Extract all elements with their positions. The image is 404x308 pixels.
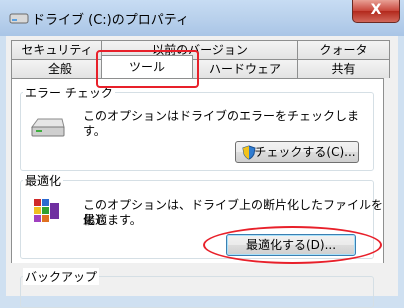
error-check-description-line1: このオプションはドライブのエラーをチェックしま	[83, 109, 360, 123]
hard-disk-icon	[31, 118, 65, 137]
window-title: ドライブ (C:)のプロパティ	[32, 13, 189, 28]
defrag-description-line2: 化します。	[83, 213, 142, 227]
tab-sharing[interactable]: 共有	[297, 59, 390, 78]
dialog-client: セキュリティ 以前のバージョン クォータ 全般 ツール ハードウェア 共有 エラ…	[6, 36, 398, 308]
check-now-label: チェックする(C)...	[254, 145, 356, 159]
backup-title: バックアップ	[23, 268, 100, 285]
error-check-title: エラー チェック	[23, 84, 115, 101]
defragment-now-button[interactable]: 最適化する(D)...	[226, 234, 356, 256]
defrag-title: 最適化	[23, 172, 64, 189]
tab-quota[interactable]: クォータ	[297, 40, 390, 59]
close-button[interactable]: X	[352, 0, 400, 23]
tab-general[interactable]: 全般	[11, 59, 109, 78]
tools-tab-panel: エラー チェック このオプションはドライブのエラーをチェックしま す。 チェック…	[11, 78, 384, 308]
error-check-description-line2: す。	[83, 124, 106, 138]
tab-security[interactable]: セキュリティ	[11, 40, 103, 59]
tab-tools[interactable]: ツール	[101, 55, 193, 78]
defrag-icon	[34, 199, 59, 222]
title-bar[interactable]: ドライブ (C:)のプロパティ X	[0, 0, 404, 36]
shield-icon	[242, 145, 256, 160]
tab-hardware[interactable]: ハードウェア	[191, 59, 299, 78]
drive-icon	[9, 13, 29, 24]
window-frame: セキュリティ 以前のバージョン クォータ 全般 ツール ハードウェア 共有 エラ…	[0, 36, 404, 308]
check-now-button[interactable]: チェックする(C)...	[235, 141, 359, 163]
